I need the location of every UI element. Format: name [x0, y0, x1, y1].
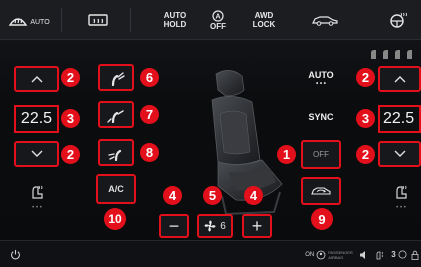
right-temperature-display: 22.5: [378, 105, 421, 133]
callout-2: 2: [61, 145, 80, 164]
lock-status: [409, 241, 421, 267]
recirculation-button[interactable]: [301, 177, 341, 205]
lock-icon: [411, 250, 419, 260]
driver-seat-heat-button[interactable]: • • •: [22, 184, 52, 214]
drive-mode-button[interactable]: [300, 0, 350, 40]
callout-10: 10: [104, 208, 126, 230]
sync-label: SYNC: [308, 112, 334, 122]
callout-6: 6: [140, 68, 159, 87]
callout-2: 2: [356, 145, 375, 164]
seat-heat-level-dots: • • •: [32, 205, 42, 211]
fan-decrease-button[interactable]: −: [159, 214, 189, 238]
callout-5: 5: [203, 186, 222, 205]
airbag-icon: [316, 250, 326, 259]
left-temperature-value: 22.5: [20, 110, 53, 127]
rear-passenger-icons: [371, 50, 412, 59]
sync-button[interactable]: SYNC: [302, 112, 340, 122]
passenger-airbag-text: PASSENGER AIRBAG: [328, 250, 353, 260]
bottom-bar: ON PASSENGER AIRBAG 3: [0, 240, 421, 267]
divider: [61, 8, 62, 32]
rear-heat-icon: [376, 251, 383, 259]
auto-hold-line1: AUTO: [163, 11, 187, 20]
seat-heat-level-dots: • • •: [396, 205, 406, 211]
seat-heat-icon: [32, 185, 43, 199]
airflow-face-feet-icon: [107, 109, 124, 123]
callout-8: 8: [140, 143, 159, 162]
callout-1: 1: [277, 145, 296, 164]
callout-2: 2: [61, 68, 80, 87]
callout-3: 3: [61, 109, 80, 128]
callout-3: 3: [356, 109, 375, 128]
awd-lock-button[interactable]: AWD LOCK: [244, 0, 284, 40]
fan-icon: [204, 220, 216, 232]
svg-text:A: A: [215, 13, 220, 20]
airbag-on-label: ON: [305, 251, 315, 258]
fan-increase-button[interactable]: +: [242, 214, 272, 238]
seat-heat-icon: [396, 185, 407, 199]
power-button[interactable]: [4, 241, 26, 267]
left-temp-down-button[interactable]: [14, 141, 59, 167]
front-defrost-icon: [9, 18, 28, 26]
traction-off-button[interactable]: A OFF: [200, 0, 236, 40]
defrost-auto-label: AUTO: [30, 18, 50, 26]
seat-illustration: [211, 70, 283, 216]
climate-screen: AUTO AUTO HOLD A OFF AWD LOCK 2 22.5 3 2…: [0, 0, 421, 267]
awd-line2: LOCK: [252, 20, 276, 29]
right-temp-down-button[interactable]: [378, 141, 421, 167]
off-label: OFF: [313, 150, 329, 159]
auto-climate-button[interactable]: AUTO • • •: [302, 70, 340, 88]
auto-level-dots: • • •: [316, 81, 326, 87]
divider: [130, 8, 131, 32]
car-side-icon: [312, 16, 338, 26]
awd-line1: AWD: [254, 11, 274, 20]
passenger-seat-heat-button[interactable]: • • •: [386, 184, 416, 214]
airflow-feet-icon: [108, 149, 122, 161]
ac-button[interactable]: A/C: [96, 174, 136, 204]
auto-hold-line2: HOLD: [163, 20, 187, 29]
rear-defrost-icon: [88, 14, 108, 26]
left-temperature-display: 22.5: [14, 105, 59, 133]
heat-level-value: 3: [391, 250, 396, 259]
auto-hold-button[interactable]: AUTO HOLD: [155, 0, 195, 40]
heated-steering-wheel-icon: [390, 12, 407, 28]
climate-off-button[interactable]: OFF: [301, 140, 341, 169]
right-temp-up-button[interactable]: [378, 66, 421, 92]
heat-level-indicator: 3: [388, 241, 410, 267]
chevron-up-icon: [394, 76, 405, 83]
ac-label: A/C: [108, 184, 124, 194]
minus-label: −: [168, 216, 180, 236]
chevron-up-icon: [31, 76, 42, 83]
callout-7: 7: [140, 105, 159, 124]
plus-label: +: [251, 216, 263, 236]
volume-icon-wrap[interactable]: [356, 241, 372, 267]
chevron-down-icon: [31, 150, 42, 157]
passenger-airbag-status: ON PASSENGER AIRBAG: [302, 241, 356, 267]
light-icon: [398, 250, 407, 259]
front-defrost-auto-button[interactable]: AUTO: [0, 0, 58, 40]
recirculation-car-icon: [311, 187, 331, 195]
mode-face-feet-button[interactable]: [98, 101, 134, 128]
callout-4: 4: [163, 186, 182, 205]
speaker-icon: [360, 250, 365, 259]
mode-face-button[interactable]: [98, 64, 134, 91]
fan-speed-value: 6: [220, 220, 226, 232]
airflow-face-icon: [111, 71, 125, 86]
left-temp-up-button[interactable]: [14, 66, 59, 92]
auto-label: AUTO: [308, 70, 334, 80]
traction-off-label: OFF: [210, 21, 226, 31]
right-temperature-value: 22.5: [383, 110, 415, 127]
top-bar: AUTO AUTO HOLD A OFF AWD LOCK: [0, 0, 421, 40]
callout-4: 4: [244, 186, 263, 205]
rear-defrost-button[interactable]: [72, 0, 124, 40]
heated-seat-status: [372, 241, 388, 267]
traction-a-icon: A: [212, 9, 224, 22]
fan-speed-display: 6: [197, 214, 233, 238]
callout-2: 2: [356, 68, 375, 87]
steering-heat-button[interactable]: [378, 0, 418, 40]
chevron-down-icon: [394, 150, 405, 157]
airbag-line: AIRBAG: [328, 254, 344, 260]
power-icon: [10, 249, 20, 260]
mode-feet-button[interactable]: [98, 139, 134, 166]
callout-9: 9: [311, 208, 333, 230]
